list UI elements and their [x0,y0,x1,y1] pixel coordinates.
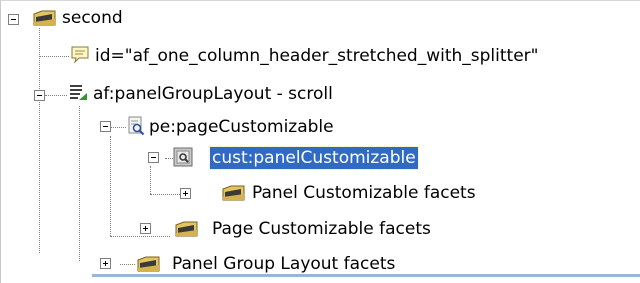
expand-toggle[interactable] [100,258,111,269]
tree-node-label: af:panelGroupLayout - scroll [93,84,333,104]
collapse-toggle[interactable] [34,90,45,101]
tree-node-label: id="af_one_column_header_stretched_with_… [95,46,539,66]
tree-node-label-selected: cust:panelCustomizable [209,146,419,170]
collapse-toggle[interactable] [8,14,19,25]
page-customizable-icon [126,116,146,136]
tree-connector [110,136,111,236]
tree-connector [110,127,126,128]
folder-icon [137,254,161,274]
tree-node-label: Panel Customizable facets [252,183,476,203]
collapse-toggle[interactable] [100,121,111,132]
tree-connector [110,236,170,237]
horizontal-scrollbar-edge [92,274,640,277]
tree-connector [45,95,67,96]
tree-connector [79,106,80,261]
tree-connector [165,158,173,159]
panel-group-layout-icon [68,82,88,102]
tree-connector [39,56,69,57]
folder-icon [175,219,199,239]
structure-tree: second id="af_one_column_header_stretche… [0,0,640,283]
expand-toggle[interactable] [140,223,151,234]
panel-customizable-icon [173,147,193,167]
tree-node-label: Page Customizable facets [212,219,431,239]
tree-node-label: second [62,8,123,28]
tree-node-label: pe:pageCustomizable [149,117,334,137]
tree-connector [39,28,40,253]
comment-icon [70,45,90,65]
tree-node-label: Panel Group Layout facets [172,254,396,274]
folder-icon [222,183,246,203]
expand-toggle[interactable] [180,188,191,199]
tree-connector [150,166,151,194]
collapse-toggle[interactable] [148,152,159,163]
tree-connector [120,264,135,265]
folder-icon [33,8,57,28]
